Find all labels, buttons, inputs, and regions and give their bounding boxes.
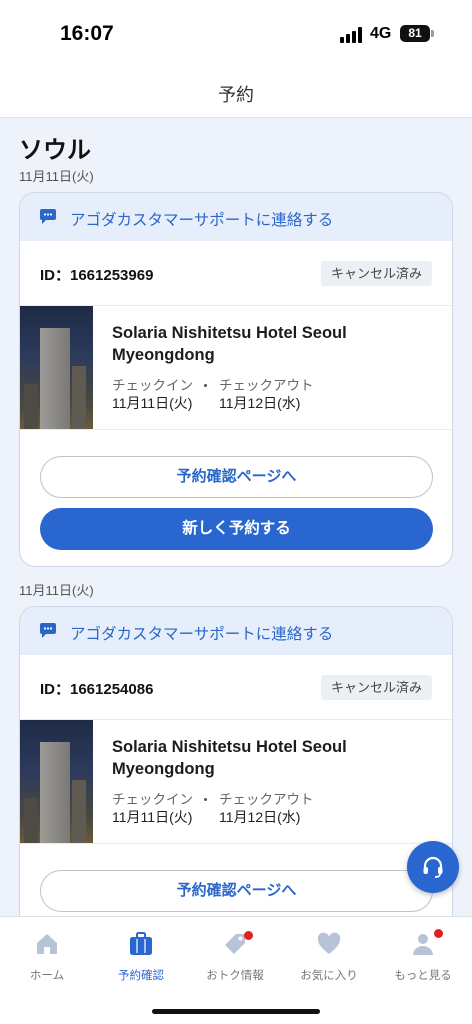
booking-card: アゴダカスタマーサポートに連絡する ID：1661254086 キャンセル済み … [19, 606, 453, 916]
booking-id: ID：1661254086 [40, 681, 154, 698]
status-bar: 16:07 4G 81 [0, 0, 472, 62]
page-title: 予約 [218, 85, 254, 105]
checkin-date: 11月11日(火) [112, 395, 193, 411]
home-indicator [152, 1009, 320, 1014]
network-label: 4G [370, 25, 392, 42]
headset-icon [423, 856, 443, 878]
hotel-image [20, 306, 93, 429]
confirm-booking-button[interactable]: 予約確認ページへ [40, 870, 433, 912]
briefcase-icon [130, 932, 152, 955]
tab-label: ホーム [29, 970, 65, 982]
support-text: アゴダカスタマーサポートに連絡する [70, 212, 334, 229]
home-icon [37, 934, 57, 954]
checkout-date: 11月12日(水) [219, 809, 301, 825]
tab-label: 予約確認 [118, 970, 164, 982]
hotel-row[interactable]: Solaria Nishitetsu Hotel Seoul Myeongdon… [20, 720, 452, 844]
checkout-date: 11月12日(水) [219, 395, 301, 411]
status-time: 16:07 [60, 22, 114, 45]
checkin-date: 11月11日(火) [112, 809, 193, 825]
tab-more[interactable]: もっと見る [376, 917, 470, 987]
battery-icon: 81 [400, 25, 430, 42]
tab-bookings[interactable]: 予約確認 [94, 917, 188, 987]
booking-date: 11月11日(火) [19, 169, 94, 184]
booking-id: ID：1661253969 [40, 267, 154, 284]
booking-card: アゴダカスタマーサポートに連絡する ID：1661253969 キャンセル済み … [19, 192, 453, 567]
booking-date: 11月11日(火) [19, 583, 94, 598]
signal-icon [340, 27, 362, 43]
city-title: ソウル [19, 137, 91, 164]
date-separator [204, 798, 207, 801]
checkout-label: チェックアウト [219, 792, 314, 807]
tab-label: もっと見る [394, 970, 452, 982]
support-fab-button[interactable] [407, 841, 459, 893]
confirm-booking-button[interactable]: 予約確認ページへ [40, 456, 433, 498]
status-badge: キャンセル済み [320, 261, 432, 286]
hotel-image [20, 720, 93, 843]
support-link[interactable]: アゴダカスタマーサポートに連絡する [20, 607, 452, 655]
hotel-name: Solaria Nishitetsu Hotel Seoul Myeongdon… [112, 324, 347, 364]
tab-label: おトク情報 [206, 970, 264, 982]
notification-badge [244, 931, 253, 940]
hotel-name: Solaria Nishitetsu Hotel Seoul Myeongdon… [112, 738, 347, 778]
booking-id-row: ID：1661254086 キャンセル済み [20, 655, 452, 720]
checkin-label: チェックイン [112, 792, 193, 807]
status-badge: キャンセル済み [320, 675, 432, 700]
booking-id-row: ID：1661253969 キャンセル済み [20, 241, 452, 306]
person-icon [413, 934, 433, 955]
tab-favorites[interactable]: お気に入り [282, 917, 376, 987]
booking-list[interactable]: ソウル 11月11日(火) アゴダカスタマーサポートに連絡する ID：16612… [0, 118, 472, 916]
support-link[interactable]: アゴダカスタマーサポートに連絡する [20, 193, 452, 241]
notification-badge [434, 929, 443, 938]
date-separator [204, 384, 207, 387]
heart-icon [317, 932, 341, 954]
tab-bar: ホーム 予約確認 おトク情報 お気に入り もっと見る [0, 916, 472, 1024]
tab-label: お気に入り [300, 970, 358, 982]
chat-icon [40, 209, 56, 224]
tab-home[interactable]: ホーム [0, 917, 94, 987]
rebook-button[interactable]: 新しく予約する [40, 508, 433, 550]
checkin-label: チェックイン [112, 378, 193, 393]
battery-tip [431, 30, 434, 37]
checkout-label: チェックアウト [219, 378, 314, 393]
tab-deals[interactable]: おトク情報 [188, 917, 282, 987]
chat-icon [40, 623, 56, 638]
nav-bar: 予約 [0, 62, 472, 118]
hotel-row[interactable]: Solaria Nishitetsu Hotel Seoul Myeongdon… [20, 306, 452, 430]
support-text: アゴダカスタマーサポートに連絡する [70, 626, 334, 643]
